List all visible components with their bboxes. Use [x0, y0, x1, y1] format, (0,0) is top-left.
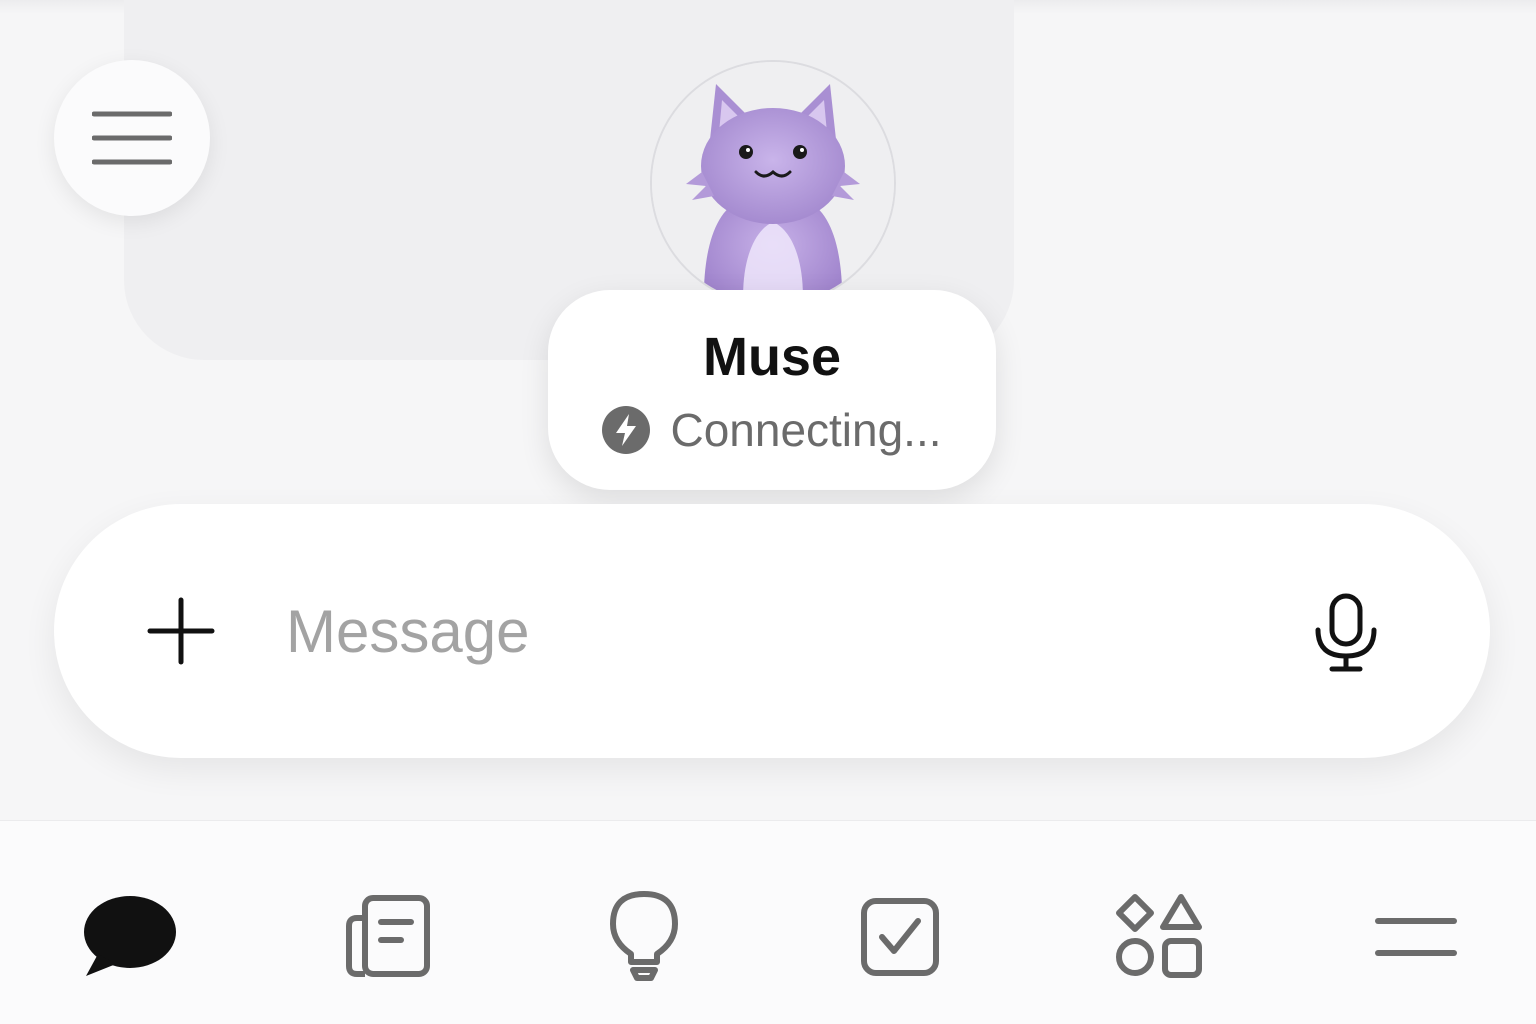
nav-tasks[interactable]: [850, 887, 950, 987]
menu-lines-icon: [1375, 918, 1457, 956]
plus-icon[interactable]: [142, 592, 220, 670]
notes-icon: [346, 895, 430, 977]
menu-button[interactable]: [54, 60, 210, 216]
checkbox-icon: [861, 898, 939, 976]
app-screen: Muse Connecting...: [0, 0, 1536, 1024]
nav-more[interactable]: [1366, 887, 1466, 987]
lightning-bolt-icon: [602, 406, 651, 454]
shapes-icon: [1116, 894, 1202, 978]
status-text: Connecting...: [670, 404, 942, 456]
chat-bubble-icon: [84, 896, 176, 976]
nav-chat[interactable]: [78, 887, 178, 987]
connection-status: Connecting...: [548, 402, 996, 458]
assistant-profile-card[interactable]: Muse Connecting...: [548, 290, 996, 490]
purple-cat-avatar: [652, 62, 894, 304]
message-input[interactable]: [286, 586, 1246, 676]
microphone-icon[interactable]: [1310, 592, 1382, 672]
assistant-name: Muse: [702, 327, 842, 387]
lightbulb-icon: [610, 891, 678, 981]
nav-notes[interactable]: [336, 887, 436, 987]
hamburger-icon: [92, 111, 172, 165]
bottom-navigation: [0, 820, 1536, 1024]
message-composer: [54, 504, 1490, 758]
avatar[interactable]: [650, 60, 896, 306]
nav-ideas[interactable]: [594, 887, 694, 987]
nav-apps[interactable]: [1108, 887, 1208, 987]
